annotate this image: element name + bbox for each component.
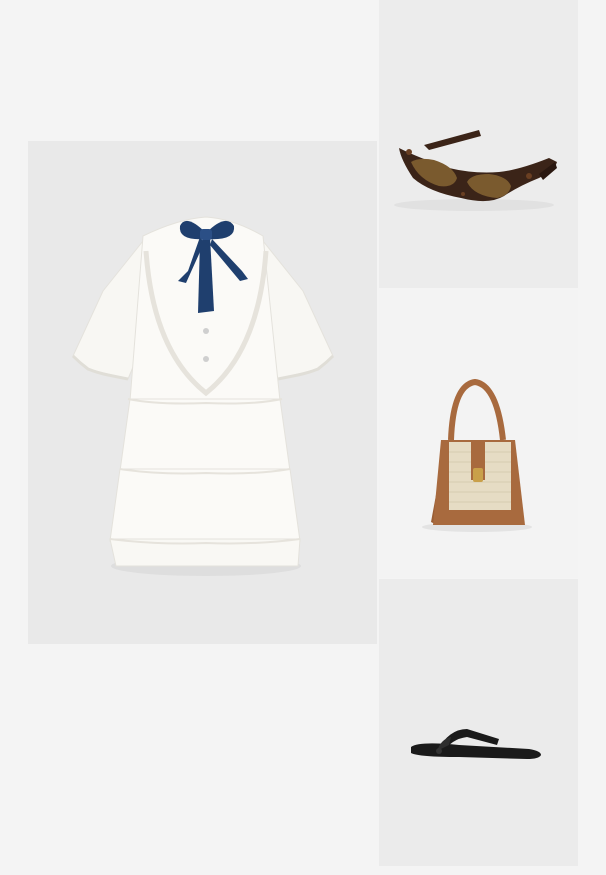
sandal-panel[interactable] [379, 579, 578, 866]
sunglasses-image [394, 130, 557, 211]
sunglasses-panel[interactable] [379, 0, 578, 288]
white-dress-image [71, 216, 335, 576]
dress-panel[interactable] [28, 141, 377, 644]
tote-bag-image [422, 378, 532, 532]
bag-panel[interactable] [379, 290, 578, 578]
sandal-image [411, 729, 541, 759]
